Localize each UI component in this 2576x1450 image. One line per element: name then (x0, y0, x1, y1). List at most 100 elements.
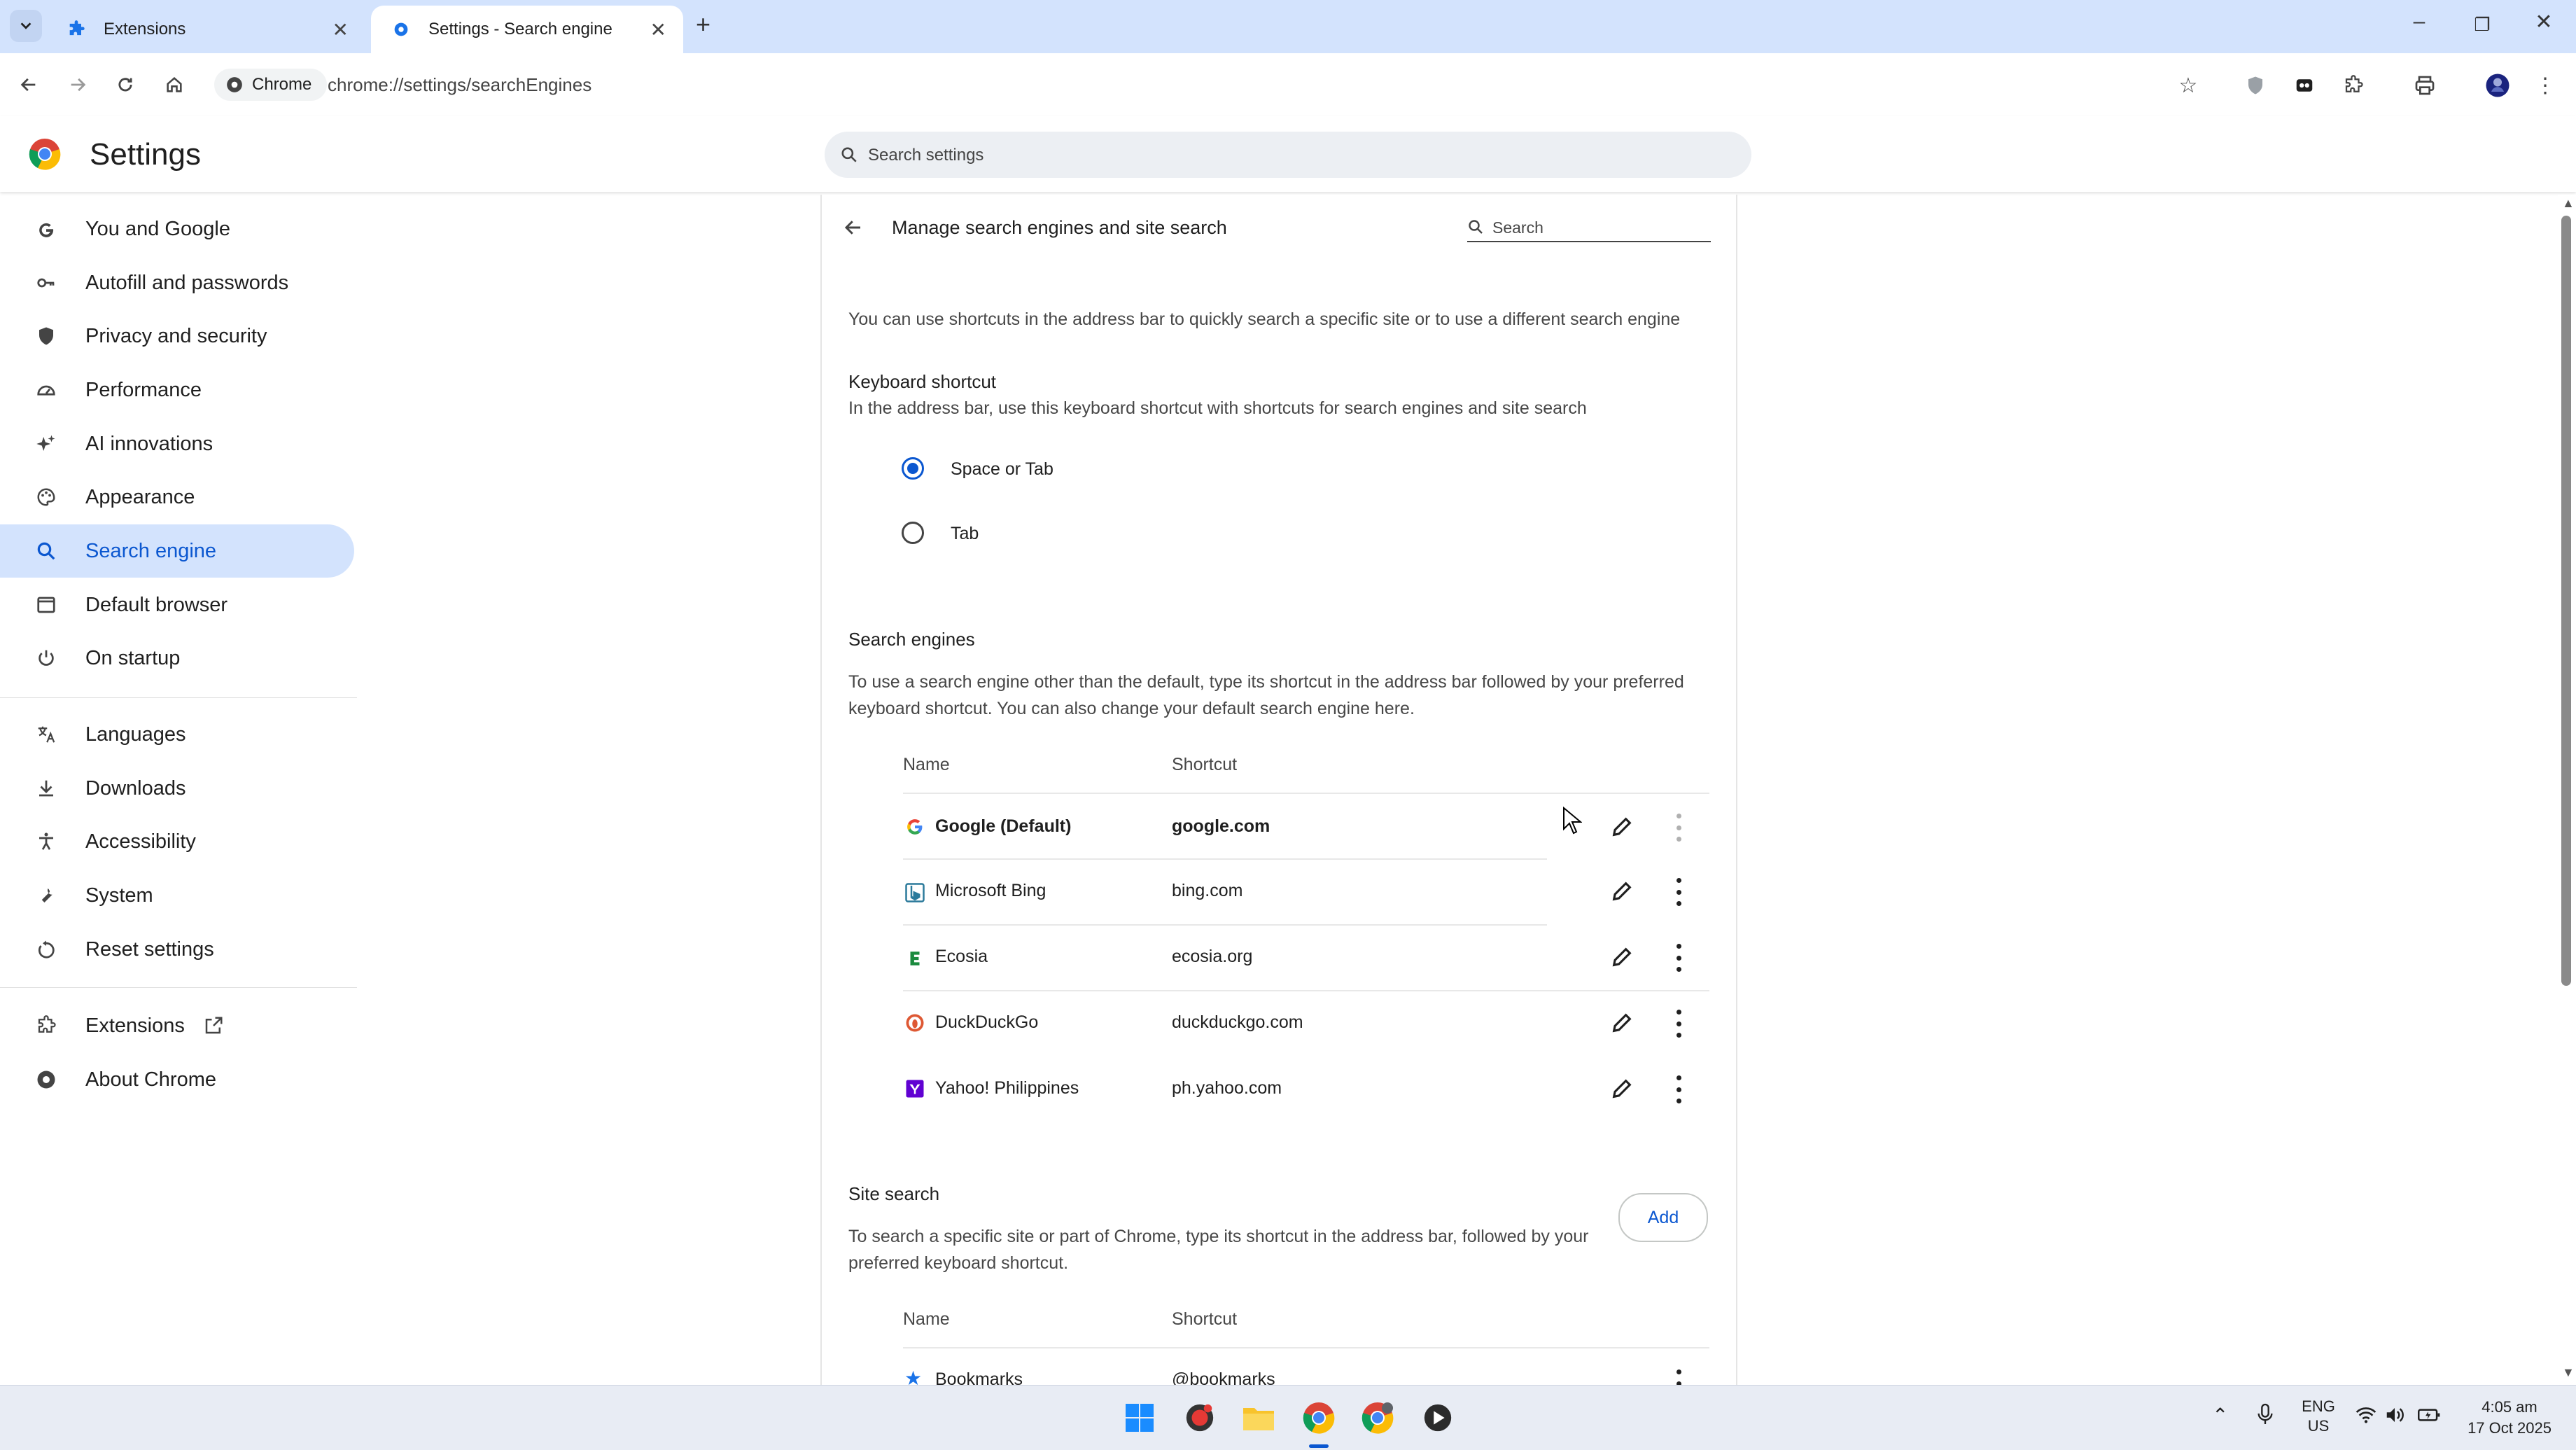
more-actions-icon[interactable] (1674, 1369, 1683, 1385)
mouse-cursor-icon (1563, 807, 1582, 835)
back-button[interactable] (13, 69, 45, 101)
sidebar-item-you-and-google[interactable]: You and Google (0, 202, 354, 256)
taskbar-app-icon[interactable] (1182, 1400, 1218, 1436)
chip-label: Chrome (252, 75, 312, 94)
page-search-input[interactable]: Search (1467, 216, 1711, 242)
tab-extensions[interactable]: Extensions ✕ (46, 6, 365, 53)
table-row: Google (Default) google.com (822, 794, 1732, 860)
power-icon (32, 648, 60, 669)
gear-icon (391, 19, 412, 40)
scroll-up-arrow-icon[interactable]: ▲ (2562, 196, 2575, 211)
sidebar-item-label: About Chrome (85, 1068, 216, 1091)
chrome-logo-icon (29, 139, 61, 170)
sidebar-item-downloads[interactable]: Downloads (0, 762, 354, 815)
region-text: US (2307, 1417, 2330, 1435)
more-actions-icon[interactable] (1674, 878, 1683, 906)
sidebar-item-appearance[interactable]: Appearance (0, 470, 354, 524)
sidebar-item-accessibility[interactable]: Accessibility (0, 815, 354, 868)
engine-name: Google (Default) (935, 816, 1072, 836)
radio-label: Space or Tab (951, 459, 1054, 479)
sidebar-divider (0, 697, 357, 698)
chrome-profile-taskbar-icon[interactable] (1359, 1400, 1396, 1436)
col-shortcut-header: Shortcut (1172, 755, 1238, 774)
extension-app-icon[interactable] (2289, 70, 2320, 101)
palette-icon (32, 487, 60, 508)
sidebar-item-about-chrome[interactable]: About Chrome (0, 1053, 354, 1106)
edit-pencil-icon[interactable] (1610, 1011, 1634, 1035)
edit-pencil-icon[interactable] (1610, 815, 1634, 839)
minimize-button[interactable]: – (2398, 10, 2440, 34)
sidebar-item-performance[interactable]: Performance (0, 363, 354, 417)
sidebar-item-label: Downloads (85, 776, 186, 800)
print-icon[interactable] (2409, 70, 2440, 101)
sidebar-item-system[interactable]: System (0, 869, 354, 922)
url-text[interactable]: chrome://settings/searchEngines (328, 74, 592, 96)
sidebar-item-default-browser[interactable]: Default browser (0, 578, 354, 632)
engine-shortcut: ph.yahoo.com (1172, 1078, 1282, 1098)
new-tab-button[interactable]: + (696, 10, 710, 39)
sidebar-item-search-engine[interactable]: Search engine (0, 524, 354, 578)
search-icon (32, 541, 60, 562)
address-bar[interactable]: Chrome chrome://settings/searchEngines (210, 62, 2234, 108)
windows-taskbar: ⌃ ENG US 4:05 am 17 Oct 2025 (0, 1385, 2576, 1450)
sidebar-item-label: Appearance (85, 485, 195, 508)
clock[interactable]: 4:05 am 17 Oct 2025 (2457, 1397, 2562, 1439)
wifi-icon[interactable] (2355, 1405, 2377, 1429)
menu-kebab-icon[interactable]: ⋮ (2530, 70, 2561, 101)
close-window-button[interactable]: ✕ (2523, 10, 2565, 34)
more-actions-icon[interactable] (1674, 1010, 1683, 1038)
more-actions-icon[interactable] (1674, 814, 1683, 842)
sidebar-item-extensions[interactable]: Extensions (0, 999, 354, 1052)
tab-settings[interactable]: Settings - Search engine ✕ (371, 6, 683, 53)
table-row: DuckDuckGo duckduckgo.com (822, 991, 1732, 1057)
home-button[interactable] (158, 69, 190, 101)
radio-space-or-tab[interactable] (902, 457, 924, 480)
forward-button[interactable] (62, 69, 94, 101)
more-actions-icon[interactable] (1674, 1075, 1683, 1103)
battery-icon[interactable] (2418, 1407, 2440, 1428)
more-actions-icon[interactable] (1674, 944, 1683, 972)
show-hidden-icons-chevron-icon[interactable]: ⌃ (2212, 1404, 2228, 1427)
windows-start-icon[interactable] (1121, 1400, 1158, 1436)
radio-tab[interactable] (902, 522, 924, 544)
site-search-desc: To search a specific site or part of Chr… (848, 1227, 1589, 1246)
sidebar-item-reset-settings[interactable]: Reset settings (0, 923, 354, 976)
volume-icon[interactable] (2384, 1405, 2405, 1429)
restore-button[interactable]: ❐ (2461, 14, 2503, 36)
browser-icon (32, 594, 60, 615)
site-chip[interactable]: Chrome (214, 69, 328, 101)
reload-button[interactable] (109, 69, 141, 101)
shield-extension-icon[interactable] (2240, 70, 2271, 101)
search-engines-title: Search engines (848, 629, 975, 650)
chrome-taskbar-icon[interactable] (1301, 1400, 1337, 1436)
table-row: Ecosia ecosia.org (822, 926, 1732, 991)
add-site-search-button[interactable]: Add (1618, 1193, 1708, 1242)
sidebar-item-autofill[interactable]: Autofill and passwords (0, 256, 354, 309)
page-header: Manage search engines and site search (892, 217, 1227, 238)
close-icon[interactable]: ✕ (650, 18, 666, 41)
sidebar-item-ai-innovations[interactable]: AI innovations (0, 417, 354, 470)
back-arrow-icon[interactable] (843, 217, 864, 238)
media-player-icon[interactable] (1420, 1400, 1456, 1436)
close-icon[interactable]: ✕ (332, 18, 349, 41)
tab-search-button[interactable] (10, 10, 42, 42)
edit-pencil-icon[interactable] (1610, 945, 1634, 969)
settings-search-input[interactable]: Search settings (825, 132, 1751, 178)
scrollbar-thumb[interactable] (2561, 216, 2571, 986)
tab-strip: Extensions ✕ Settings - Search engine ✕ … (0, 0, 2576, 53)
profile-avatar[interactable] (2482, 70, 2513, 101)
site-shortcut: @bookmarks (1172, 1369, 1275, 1385)
input-language[interactable]: ENG US (2297, 1397, 2339, 1436)
intro-text: You can use shortcuts in the address bar… (848, 309, 1681, 329)
scroll-down-arrow-icon[interactable]: ▼ (2562, 1365, 2575, 1380)
microphone-icon[interactable] (2255, 1402, 2275, 1430)
edit-pencil-icon[interactable] (1610, 879, 1634, 903)
sidebar-item-on-startup[interactable]: On startup (0, 632, 354, 685)
extensions-puzzle-icon[interactable] (2338, 70, 2369, 101)
sidebar-item-privacy[interactable]: Privacy and security (0, 309, 354, 363)
bookmark-star-icon[interactable]: ☆ (2173, 70, 2204, 101)
file-explorer-icon[interactable] (1240, 1400, 1277, 1436)
sidebar-item-languages[interactable]: Languages (0, 708, 354, 761)
page-scrollbar[interactable]: ▲ ▼ (2558, 195, 2576, 1385)
edit-pencil-icon[interactable] (1610, 1077, 1634, 1101)
